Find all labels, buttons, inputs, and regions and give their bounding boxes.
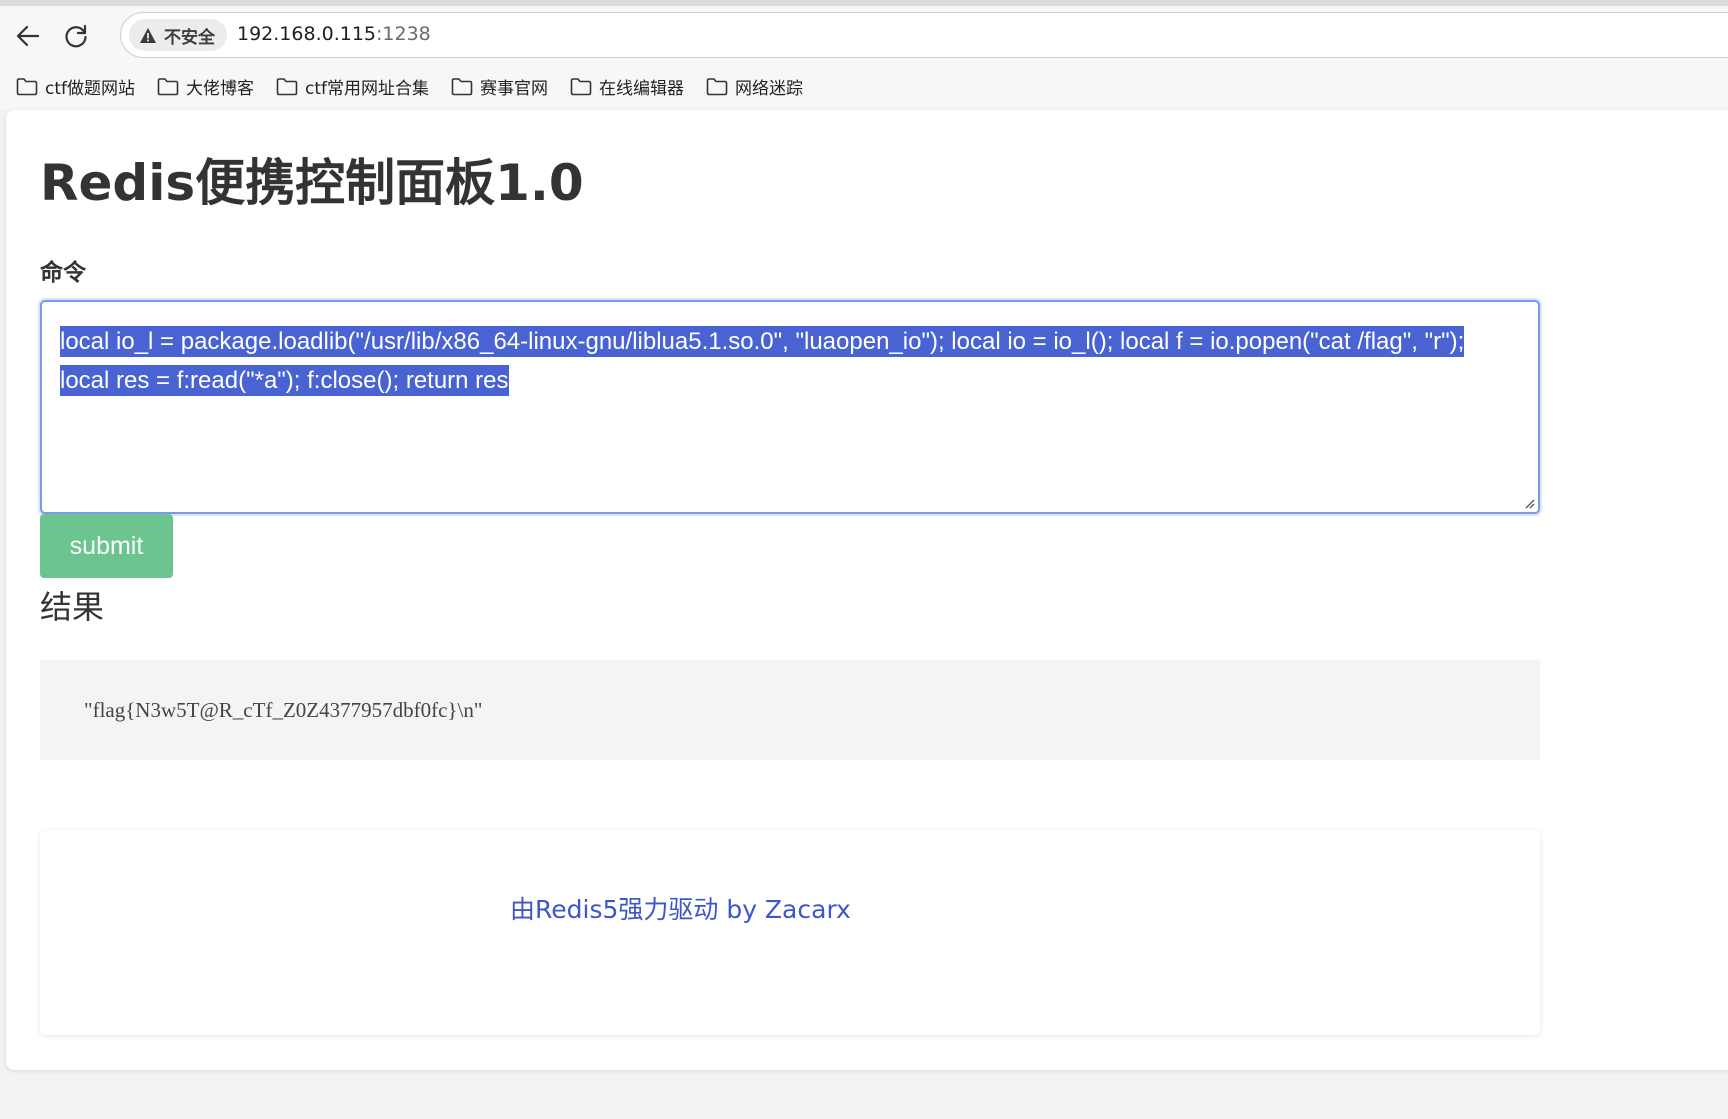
bookmark-label: 网络迷踪 — [735, 78, 803, 99]
bookmark-label: ctf常用网址合集 — [305, 78, 429, 99]
url-host: 192.168.0.115 — [237, 23, 377, 45]
bookmark-folder[interactable]: ctf做题网站 — [16, 74, 135, 99]
bookmark-folder[interactable]: 赛事官网 — [451, 74, 548, 99]
folder-icon — [570, 77, 592, 95]
url-port: :1238 — [376, 23, 431, 45]
bookmark-folder[interactable]: 网络迷踪 — [706, 74, 803, 99]
arrow-left-icon — [16, 25, 40, 47]
back-button[interactable] — [10, 18, 46, 54]
bookmark-label: ctf做题网站 — [45, 78, 135, 99]
bookmark-label: 赛事官网 — [480, 78, 548, 99]
bookmarks-bar: ctf做题网站 大佬博客 ctf常用网址合集 赛事官网 在线编辑器 网络迷踪 — [16, 70, 825, 102]
browser-chrome: 不安全 192.168.0.115:1238 ctf做题网站 大佬博客 ctf常… — [0, 0, 1728, 110]
footer-card: 由Redis5强力驱动 by Zacarx — [40, 830, 1540, 1035]
address-bar[interactable]: 不安全 192.168.0.115:1238 — [120, 12, 1728, 58]
folder-icon — [706, 77, 728, 95]
security-label: 不安全 — [164, 27, 215, 48]
bookmark-folder[interactable]: ctf常用网址合集 — [276, 74, 429, 99]
bookmark-folder[interactable]: 在线编辑器 — [570, 74, 684, 99]
warning-icon — [139, 27, 157, 44]
resize-grip-icon[interactable] — [1523, 497, 1535, 509]
folder-icon — [276, 77, 298, 95]
command-selected-text: local io_l = package.loadlib("/usr/lib/x… — [60, 326, 1465, 396]
folder-icon — [157, 77, 179, 95]
window-top-strip — [0, 0, 1728, 6]
reload-button[interactable] — [58, 18, 94, 54]
bookmark-label: 在线编辑器 — [599, 78, 684, 99]
footer-credit-link[interactable]: 由Redis5强力驱动 by Zacarx — [510, 890, 851, 926]
submit-button[interactable]: submit — [40, 514, 173, 578]
bookmark-label: 大佬博客 — [186, 78, 254, 99]
url-text[interactable]: 192.168.0.115:1238 — [237, 23, 431, 45]
command-label: 命令 — [40, 260, 86, 286]
bookmark-folder[interactable]: 大佬博客 — [157, 74, 254, 99]
page-title: Redis便携控制面板1.0 — [40, 154, 584, 212]
folder-icon — [451, 77, 473, 95]
reload-icon — [65, 24, 87, 48]
result-label: 结果 — [40, 588, 105, 626]
result-output: "flag{N3w5T@R_cTf_Z0Z4377957dbf0fc}\n" — [40, 660, 1540, 760]
security-indicator[interactable]: 不安全 — [129, 19, 227, 51]
command-textarea[interactable]: local io_l = package.loadlib("/usr/lib/x… — [40, 300, 1540, 514]
command-text: local io_l = package.loadlib("/usr/lib/x… — [60, 322, 1520, 400]
folder-icon — [16, 77, 38, 95]
